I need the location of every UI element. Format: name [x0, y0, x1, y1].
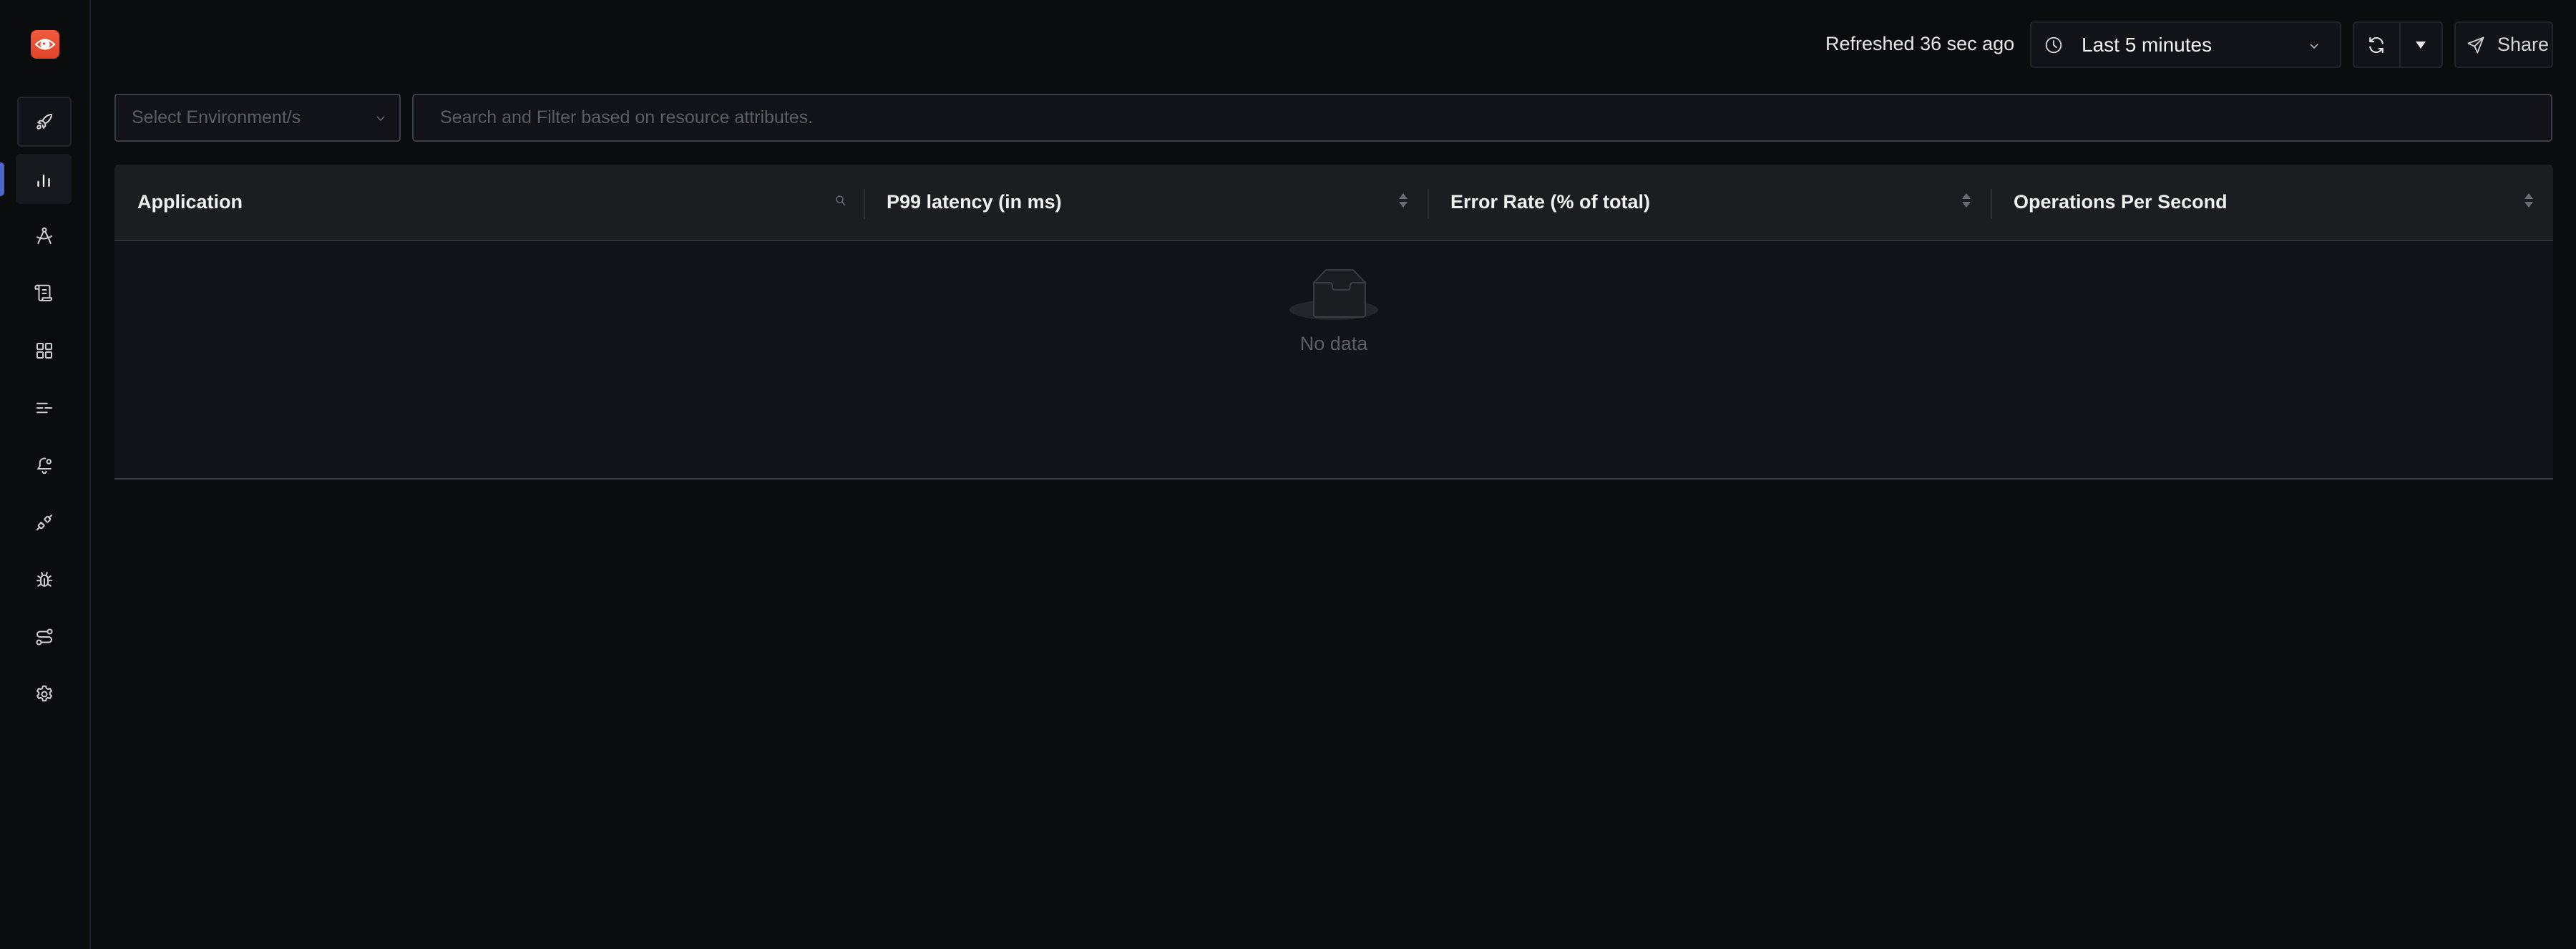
- column-header-error-rate[interactable]: Error Rate (% of total): [1428, 165, 1991, 240]
- sidebar-item-dashboards[interactable]: [17, 326, 72, 376]
- empty-state: No data: [114, 241, 2553, 478]
- column-label: Application: [137, 191, 243, 213]
- column-label: Operations Per Second: [2014, 191, 2228, 213]
- refreshed-status: Refreshed 36 sec ago: [1825, 33, 2015, 54]
- sidebar-item-pipelines[interactable]: [17, 612, 72, 662]
- bug-icon: [36, 572, 52, 587]
- refresh-interval-dropdown[interactable]: [2401, 23, 2441, 67]
- bell-icon: [36, 457, 52, 474]
- refresh-icon: [2369, 36, 2384, 53]
- column-label: Error Rate (% of total): [1450, 191, 1651, 213]
- sort-icon[interactable]: [1962, 193, 1971, 208]
- sidebar-item-services[interactable]: [16, 154, 72, 204]
- sidebar-item-settings[interactable]: [17, 669, 72, 719]
- column-header-application[interactable]: Application: [114, 165, 864, 240]
- column-label: P99 latency (in ms): [887, 191, 1062, 213]
- grid-icon: [36, 343, 52, 359]
- time-range-select[interactable]: Last 5 minutes: [2030, 21, 2341, 68]
- services-table: Application P99 latency (in ms) Error Ra…: [114, 165, 2553, 480]
- column-header-p99-latency[interactable]: P99 latency (in ms): [864, 165, 1428, 240]
- send-icon: [2467, 36, 2484, 53]
- eye-logo-icon: [34, 39, 56, 50]
- plug-icon: [36, 515, 52, 530]
- environment-placeholder: Select Environment/s: [132, 107, 301, 127]
- app-logo[interactable]: [31, 30, 59, 59]
- list-icon: [36, 402, 52, 414]
- rocket-icon: [36, 114, 52, 130]
- column-separator: [1991, 189, 1992, 219]
- resource-attribute-search-input[interactable]: [412, 94, 2552, 142]
- sidebar-item-get-started[interactable]: [17, 97, 72, 147]
- compass-icon: [36, 227, 52, 244]
- active-indicator: [0, 162, 4, 196]
- scroll-icon: [34, 284, 52, 301]
- chevron-down-icon: [376, 116, 385, 122]
- sort-icon[interactable]: [1399, 193, 1407, 208]
- refresh-button-group: [2353, 21, 2443, 68]
- clock-icon: [2045, 36, 2062, 53]
- column-separator: [1428, 189, 1429, 219]
- sidebar-item-traces[interactable]: [17, 383, 72, 433]
- gear-icon: [36, 685, 52, 702]
- time-range-value: Last 5 minutes: [2082, 33, 2212, 56]
- route-icon: [36, 628, 53, 646]
- search-icon[interactable]: [835, 195, 847, 208]
- share-label: Share: [2497, 34, 2550, 55]
- share-button[interactable]: Share: [2454, 21, 2553, 68]
- chevron-down-icon: [2310, 44, 2318, 49]
- refresh-button[interactable]: [2354, 23, 2401, 67]
- caret-down-icon: [2416, 41, 2426, 49]
- sidebar-item-service-map[interactable]: [17, 211, 72, 261]
- sidebar: [0, 0, 91, 949]
- environment-select[interactable]: Select Environment/s: [114, 94, 401, 142]
- empty-inbox-icon: [1289, 269, 1378, 320]
- table-header: Application P99 latency (in ms) Error Ra…: [114, 165, 2553, 241]
- column-separator: [864, 189, 865, 219]
- sort-icon[interactable]: [2524, 193, 2533, 208]
- empty-state-text: No data: [1299, 333, 1368, 354]
- sidebar-item-alerts[interactable]: [17, 440, 72, 490]
- sidebar-item-logs[interactable]: [17, 268, 72, 318]
- sidebar-item-integrations[interactable]: [17, 497, 72, 548]
- bar-chart-icon: [37, 174, 50, 188]
- column-header-operations-per-second[interactable]: Operations Per Second: [1991, 165, 2553, 240]
- sidebar-item-exceptions[interactable]: [17, 555, 72, 605]
